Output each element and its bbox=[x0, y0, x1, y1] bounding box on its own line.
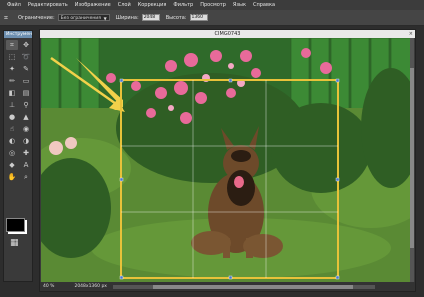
grid-icon[interactable]: ▦ bbox=[10, 238, 19, 248]
height-field[interactable]: 1360 bbox=[189, 14, 208, 21]
eraser-icon[interactable]: ▭ bbox=[20, 76, 32, 86]
marquee-icon[interactable]: ⬚ bbox=[6, 52, 18, 62]
tools-panel-title: Инструмен bbox=[4, 31, 33, 38]
text-icon[interactable]: A bbox=[20, 160, 32, 170]
crop-tool-icon[interactable]: ⌗ bbox=[6, 40, 18, 50]
lasso-icon[interactable]: ➰ bbox=[20, 52, 32, 62]
blur-icon[interactable]: ● bbox=[6, 112, 18, 122]
zoom-level[interactable]: 40 % bbox=[43, 284, 54, 289]
hand-icon[interactable]: ✋ bbox=[6, 172, 18, 182]
photo bbox=[41, 38, 414, 282]
vertical-scroll-thumb[interactable] bbox=[410, 68, 414, 248]
smudge-icon[interactable]: ☝ bbox=[6, 124, 18, 134]
menu-layer[interactable]: Слой bbox=[118, 2, 131, 8]
horizontal-scroll-thumb[interactable] bbox=[152, 284, 353, 289]
burn-icon[interactable]: ◑ bbox=[20, 136, 32, 146]
eyedropper-icon[interactable]: ⚲ bbox=[20, 100, 32, 110]
menu-filter[interactable]: Фильтр bbox=[173, 2, 193, 8]
bucket-icon[interactable]: ◧ bbox=[6, 88, 18, 98]
sharpen-icon[interactable]: ▲ bbox=[20, 112, 32, 122]
heal-icon[interactable]: ✚ bbox=[20, 148, 32, 158]
red-eye-icon[interactable]: ◎ bbox=[6, 148, 18, 158]
wand-icon[interactable]: ✦ bbox=[6, 64, 18, 74]
vertical-scrollbar[interactable] bbox=[410, 38, 414, 282]
pencil-icon[interactable]: ✎ bbox=[20, 64, 32, 74]
zoom-value: 40 bbox=[43, 284, 49, 289]
image-dimensions: 2048x1360 px bbox=[74, 284, 107, 289]
brush-icon[interactable]: ✏ bbox=[6, 76, 18, 86]
stamp-icon[interactable]: ⊥ bbox=[6, 100, 18, 110]
menu-file[interactable]: Файл bbox=[7, 2, 21, 8]
image-window: CIMG0743 × 40 % 2048x1360 px bbox=[39, 29, 416, 292]
menu-help[interactable]: Справка bbox=[253, 2, 275, 8]
chevron-down-icon: ▼ bbox=[103, 16, 107, 21]
menu-view[interactable]: Просмотр bbox=[200, 2, 226, 8]
menu-image[interactable]: Изображение bbox=[75, 2, 111, 8]
shape-icon[interactable]: ◆ bbox=[6, 160, 18, 170]
menu-edit[interactable]: Редактировать bbox=[28, 2, 68, 8]
width-label: Ширина: bbox=[115, 14, 139, 21]
menu-language[interactable]: Язык bbox=[233, 2, 246, 8]
crop-icon: ⌗ bbox=[4, 13, 8, 22]
horizontal-scrollbar[interactable] bbox=[112, 284, 375, 289]
image-window-titlebar: CIMG0743 × bbox=[40, 30, 415, 38]
constraint-select[interactable]: Без ограничения ▼ bbox=[57, 14, 110, 21]
options-bar: ⌗ Ограничение: Без ограничения ▼ Ширина: … bbox=[0, 10, 424, 26]
constraint-value: Без ограничения bbox=[60, 16, 101, 21]
sponge-icon[interactable]: ◉ bbox=[20, 124, 32, 134]
zoom-unit: % bbox=[50, 284, 55, 289]
close-icon[interactable]: × bbox=[409, 30, 413, 38]
image-window-title: CIMG0743 bbox=[214, 31, 241, 37]
foreground-color-swatch[interactable] bbox=[6, 218, 25, 232]
constraint-label: Ограничение: bbox=[18, 14, 55, 21]
dodge-icon[interactable]: ◐ bbox=[6, 136, 18, 146]
zoom-icon[interactable]: ⌕ bbox=[20, 172, 32, 182]
menu-adjust[interactable]: Коррекция bbox=[138, 2, 167, 8]
status-bar: 40 % 2048x1360 px bbox=[40, 282, 415, 291]
menu-bar: Файл Редактировать Изображение Слой Корр… bbox=[0, 0, 424, 10]
move-icon[interactable]: ✥ bbox=[20, 40, 32, 50]
height-label: Высота: bbox=[165, 14, 187, 21]
image-canvas[interactable] bbox=[41, 38, 414, 282]
gradient-icon[interactable]: ▤ bbox=[20, 88, 32, 98]
width-field[interactable]: 2048 bbox=[141, 14, 160, 21]
